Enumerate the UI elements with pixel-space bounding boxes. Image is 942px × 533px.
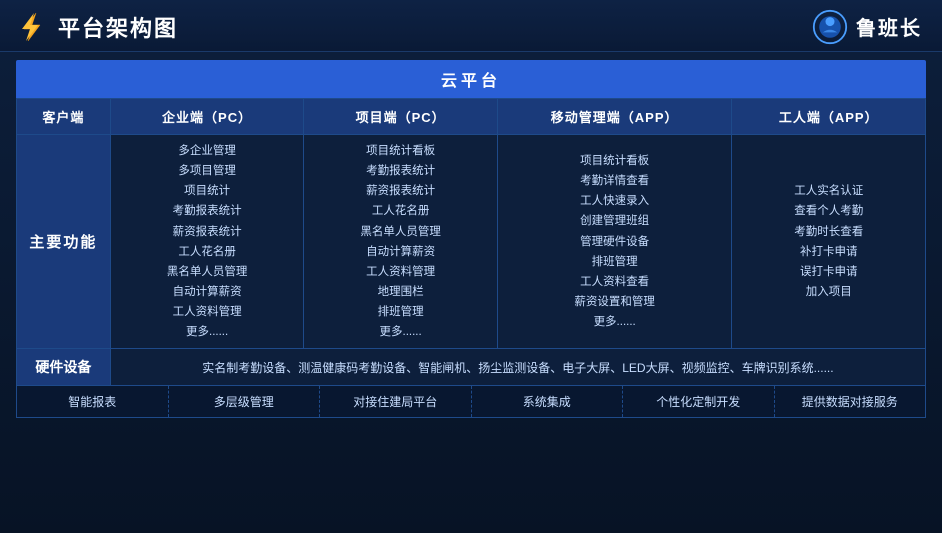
list-item: 薪资设置和管理 — [502, 292, 728, 312]
brand-icon — [812, 9, 848, 45]
arch-table: 客户端 企业端（PC） 项目端（PC） 移动管理端（APP） 工人端（APP） … — [16, 98, 926, 386]
list-item: 考勤详情查看 — [502, 171, 728, 191]
list-item: 工人资料管理 — [308, 262, 493, 282]
list-item: 排班管理 — [308, 302, 493, 322]
feature-multi-level: 多层级管理 — [169, 386, 321, 417]
feature-smart-report: 智能报表 — [17, 386, 169, 417]
list-item: 地理围栏 — [308, 282, 493, 302]
project-features-list: 项目统计看板 考勤报表统计 薪资报表统计 工人花名册 黑名单人员管理 自动计算薪… — [308, 141, 493, 342]
mobile-features-list: 项目统计看板 考勤详情查看 工人快速录入 创建管理班组 管理硬件设备 排班管理 … — [502, 151, 728, 332]
list-item: 考勤时长查看 — [736, 222, 921, 242]
page-wrapper: 平台架构图 鲁班长 云平台 — [0, 0, 942, 533]
worker-features-cell: 工人实名认证 查看个人考勤 考勤时长查看 补打卡申请 误打卡申请 加入项目 — [732, 135, 926, 349]
cloud-platform-bar: 云平台 — [16, 60, 926, 98]
list-item: 自动计算薪资 — [308, 242, 493, 262]
list-item: 更多...... — [308, 322, 493, 342]
list-item: 多项目管理 — [115, 161, 300, 181]
list-item: 更多...... — [502, 312, 728, 332]
header-left: 平台架构图 — [16, 11, 178, 43]
logo-icon — [16, 11, 48, 43]
main-features-label: 主要功能 — [17, 135, 111, 349]
col-project-pc: 项目端（PC） — [304, 99, 498, 135]
feature-data-service: 提供数据对接服务 — [775, 386, 926, 417]
main-features-row: 主要功能 多企业管理 多项目管理 项目统计 考勤报表统计 薪资报表统计 工人花名… — [17, 135, 926, 349]
list-item: 项目统计看板 — [308, 141, 493, 161]
list-item: 创建管理班组 — [502, 211, 728, 231]
list-item: 工人花名册 — [308, 201, 493, 221]
mobile-features-cell: 项目统计看板 考勤详情查看 工人快速录入 创建管理班组 管理硬件设备 排班管理 … — [497, 135, 732, 349]
enterprise-features-cell: 多企业管理 多项目管理 项目统计 考勤报表统计 薪资报表统计 工人花名册 黑名单… — [110, 135, 304, 349]
hardware-row: 硬件设备 实名制考勤设备、测温健康码考勤设备、智能闸机、扬尘监测设备、电子大屏、… — [17, 349, 926, 386]
list-item: 补打卡申请 — [736, 242, 921, 262]
list-item: 考勤报表统计 — [308, 161, 493, 181]
col-mobile-app: 移动管理端（APP） — [497, 99, 732, 135]
list-item: 误打卡申请 — [736, 262, 921, 282]
feature-housing-bureau: 对接住建局平台 — [320, 386, 472, 417]
list-item: 黑名单人员管理 — [308, 222, 493, 242]
brand-name: 鲁班长 — [856, 12, 922, 41]
worker-features-list: 工人实名认证 查看个人考勤 考勤时长查看 补打卡申请 误打卡申请 加入项目 — [736, 181, 921, 302]
list-item: 自动计算薪资 — [115, 282, 300, 302]
list-item: 工人快速录入 — [502, 191, 728, 211]
list-item: 黑名单人员管理 — [115, 262, 300, 282]
hardware-label: 硬件设备 — [17, 349, 111, 386]
list-item: 查看个人考勤 — [736, 201, 921, 221]
list-item: 薪资报表统计 — [115, 222, 300, 242]
feature-custom-dev: 个性化定制开发 — [623, 386, 775, 417]
list-item: 加入项目 — [736, 282, 921, 302]
list-item: 排班管理 — [502, 252, 728, 272]
bottom-features-row: 智能报表 多层级管理 对接住建局平台 系统集成 个性化定制开发 提供数据对接服务 — [16, 386, 926, 418]
list-item: 工人资料查看 — [502, 272, 728, 292]
list-item: 工人实名认证 — [736, 181, 921, 201]
list-item: 工人花名册 — [115, 242, 300, 262]
list-item: 工人资料管理 — [115, 302, 300, 322]
list-item: 项目统计 — [115, 181, 300, 201]
hardware-content: 实名制考勤设备、测温健康码考勤设备、智能闸机、扬尘监测设备、电子大屏、LED大屏… — [110, 349, 925, 386]
col-worker-app: 工人端（APP） — [732, 99, 926, 135]
project-features-cell: 项目统计看板 考勤报表统计 薪资报表统计 工人花名册 黑名单人员管理 自动计算薪… — [304, 135, 498, 349]
column-header-row: 客户端 企业端（PC） 项目端（PC） 移动管理端（APP） 工人端（APP） — [17, 99, 926, 135]
list-item: 更多...... — [115, 322, 300, 342]
list-item: 项目统计看板 — [502, 151, 728, 171]
list-item: 考勤报表统计 — [115, 201, 300, 221]
main-content: 云平台 客户端 企业端（PC） 项目端（PC） 移动管理端（APP） 工人端（A… — [0, 52, 942, 426]
feature-system-integration: 系统集成 — [472, 386, 624, 417]
page-title: 平台架构图 — [58, 11, 178, 43]
list-item: 薪资报表统计 — [308, 181, 493, 201]
col-enterprise-pc: 企业端（PC） — [110, 99, 304, 135]
list-item: 多企业管理 — [115, 141, 300, 161]
col-client: 客户端 — [17, 99, 111, 135]
list-item: 管理硬件设备 — [502, 232, 728, 252]
header: 平台架构图 鲁班长 — [0, 0, 942, 52]
enterprise-features-list: 多企业管理 多项目管理 项目统计 考勤报表统计 薪资报表统计 工人花名册 黑名单… — [115, 141, 300, 342]
brand-logo: 鲁班长 — [812, 9, 922, 45]
